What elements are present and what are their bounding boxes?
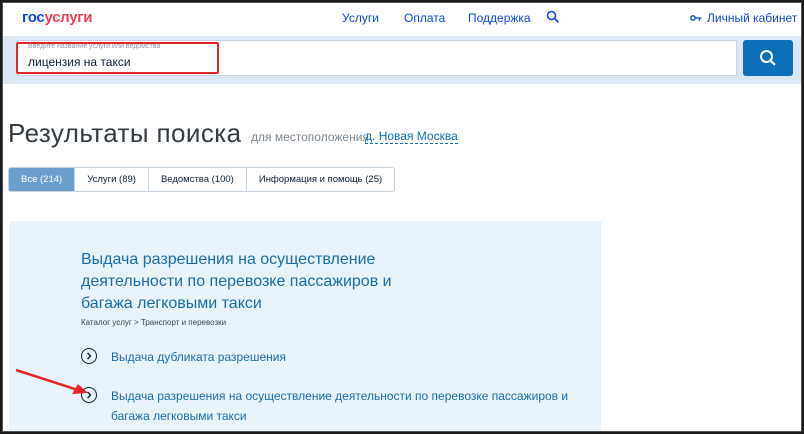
page-title: Результаты поиска	[8, 118, 242, 148]
result-title[interactable]: Выдача разрешения на осуществление деяте…	[81, 249, 431, 315]
annotation-arrow-icon	[15, 368, 88, 394]
annotation-highlight-box	[16, 42, 219, 74]
key-icon	[690, 15, 702, 21]
tab-all[interactable]: Все (214)	[9, 168, 76, 191]
results-tabs: Все (214) Услуги (89) Ведомства (100) Ин…	[8, 167, 396, 192]
header: госуслуги Услуги Оплата Поддержка Личный…	[2, 2, 802, 36]
cabinet-label: Личный кабинет	[707, 11, 798, 25]
for-location-label: для местоположения	[251, 130, 369, 144]
nav-services[interactable]: Услуги	[342, 11, 379, 25]
search-icon	[760, 50, 776, 66]
sub-link-label: Выдача разрешения на осуществление деяте…	[111, 389, 569, 423]
chevron-right-circle-icon	[81, 348, 97, 364]
result-card: Выдача разрешения на осуществление деяте…	[9, 221, 601, 434]
tab-departments[interactable]: Ведомства (100)	[148, 168, 247, 191]
location-link[interactable]: д. Новая Москва	[365, 130, 458, 144]
gosuslugi-logo[interactable]: госуслуги	[22, 9, 92, 26]
nav-payment[interactable]: Оплата	[404, 11, 445, 25]
tab-info-help[interactable]: Информация и помощь (25)	[246, 168, 395, 191]
nav-support[interactable]: Поддержка	[468, 11, 531, 25]
sub-link-label: Выдача дубликата разрешения	[111, 350, 286, 364]
sub-link-issue-permit[interactable]: Выдача разрешения на осуществление деяте…	[81, 386, 591, 426]
breadcrumb[interactable]: Каталог услуг > Транспорт и перевозки	[81, 318, 226, 327]
personal-cabinet-link[interactable]: Личный кабинет	[690, 11, 797, 25]
search-button[interactable]	[743, 40, 793, 76]
tab-services[interactable]: Услуги (89)	[75, 168, 149, 191]
sub-link-duplicate[interactable]: Выдача дубликата разрешения	[81, 347, 286, 367]
search-icon[interactable]	[546, 10, 560, 24]
